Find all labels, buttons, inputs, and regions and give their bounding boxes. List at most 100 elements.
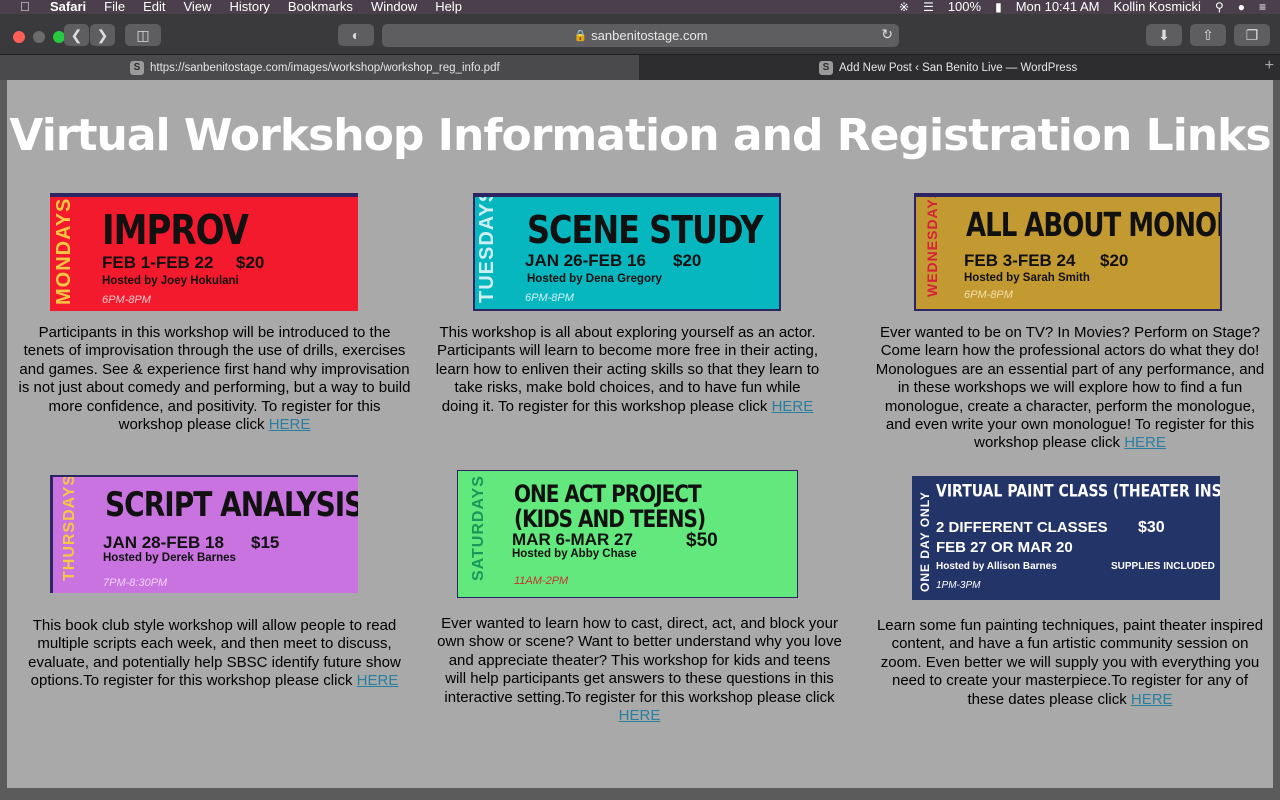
menu-bookmarks[interactable]: Bookmarks (288, 0, 353, 14)
banner-day: MONDAYS (53, 197, 75, 305)
banner-title: VIRTUAL PAINT CLASS (THEATER INSPIRED) (936, 482, 1220, 502)
banner-title: ALL ABOUT MONOLOGUES (966, 207, 1222, 245)
description-text: Participants in this workshop will be in… (18, 324, 411, 434)
banner-host: Hosted by Joey Hokulani (102, 275, 239, 287)
banner-price: $20 (1100, 251, 1129, 270)
menu-window[interactable]: Window (371, 0, 417, 14)
banner-title: IMPROV (102, 207, 249, 255)
workshop-banner-script-analysis: THURSDAYS SCRIPT ANALYSIS JAN 28-FEB 18 … (50, 475, 358, 593)
apple-icon[interactable]:  (20, 0, 34, 14)
tab-label: Add New Post ‹ San Benito Live — WordPre… (839, 61, 1078, 74)
banner-price: $30 (1138, 519, 1165, 536)
sidebar-toggle-button[interactable]: ◫ (125, 24, 161, 46)
banner-time: 6PM-8PM (525, 292, 574, 304)
tab-workshop-pdf[interactable]: S https://sanbenitostage.com/images/work… (0, 55, 639, 80)
shield-icon: ◐ (351, 27, 361, 43)
banner-host: Hosted by Derek Barnes (103, 552, 236, 564)
register-link-paint-class[interactable]: HERE (1131, 691, 1173, 708)
banner-dates-2: FEB 27 OR MAR 20 (936, 539, 1073, 556)
workshop-description-improv: Participants in this workshop will be in… (17, 324, 412, 434)
tab-label: https://sanbenitostage.com/images/worksh… (150, 61, 500, 74)
spotlight-search-icon[interactable]: ⚲ (1215, 0, 1224, 14)
clock[interactable]: Mon 10:41 AM (1016, 0, 1100, 14)
address-bar[interactable]: 🔒 sanbenitostage.com ↻ (382, 24, 899, 47)
register-link-improv[interactable]: HERE (269, 416, 311, 433)
control-center-icon[interactable]: ≡ (1259, 0, 1266, 14)
forward-button[interactable]: ❯ (90, 24, 115, 46)
workshop-banner-improv: MONDAYS IMPROV FEB 1-FEB 22 $20 Hosted b… (50, 193, 358, 311)
banner-dates: JAN 28-FEB 18 (103, 533, 224, 552)
menu-bar:  Safari File Edit View History Bookmark… (0, 0, 1280, 14)
new-tab-icon[interactable]: + (1265, 57, 1274, 75)
menu-safari[interactable]: Safari (50, 0, 86, 14)
battery-percent[interactable]: 100% (948, 0, 981, 14)
workshop-description-one-act-project: Ever wanted to learn how to cast, direct… (437, 615, 842, 725)
register-link-one-act-project[interactable]: HERE (619, 707, 661, 724)
banner-time: 7PM-8:30PM (103, 577, 168, 589)
banner-dates: MAR 6-MAR 27 (512, 530, 633, 549)
workshop-description-script-analysis: This book club style workshop will allow… (17, 617, 412, 691)
siri-icon[interactable]: ● (1238, 0, 1245, 14)
lock-icon: 🔒 (573, 30, 588, 42)
description-text: Ever wanted to be on TV? In Movies? Perf… (875, 324, 1265, 452)
close-window-button[interactable] (13, 31, 25, 43)
banner-dates: JAN 26-FEB 16 (525, 251, 646, 270)
menu-view[interactable]: View (184, 0, 212, 14)
tab-bar: S https://sanbenitostage.com/images/work… (0, 54, 1280, 80)
menu-help[interactable]: Help (435, 0, 462, 14)
register-link-monologues[interactable]: HERE (1124, 434, 1166, 451)
share-button[interactable]: ⇧ (1190, 24, 1226, 46)
banner-dates: FEB 1-FEB 22 (102, 253, 214, 272)
description-text: This workshop is all about exploring you… (435, 324, 820, 415)
banner-price: $20 (236, 253, 265, 272)
menu-file[interactable]: File (104, 0, 125, 14)
browser-toolbar: ❮ ❯ ◫ ◐ 🔒 sanbenitostage.com ↻ ⬇ ⇧ ❐ (0, 14, 1280, 54)
workshop-banner-paint-class: ONE DAY ONLY VIRTUAL PAINT CLASS (THEATE… (912, 476, 1220, 600)
register-link-scene-study[interactable]: HERE (772, 398, 814, 415)
battery-icon[interactable]: ▮ (995, 0, 1002, 14)
banner-time: 11AM-2PM (514, 575, 569, 587)
banner-dates: FEB 3-FEB 24 (964, 251, 1076, 270)
banner-host: Hosted by Sarah Smith (964, 272, 1090, 284)
chevron-left-icon: ❮ (70, 26, 83, 43)
workshop-banner-scene-study: TUESDAYS SCENE STUDY JAN 26-FEB 16 $20 H… (473, 193, 781, 311)
workshop-banner-one-act-project: SATURDAYS ONE ACT PROJECT (KIDS AND TEEN… (457, 470, 798, 598)
chevron-right-icon: ❯ (96, 26, 109, 43)
banner-day: TUESDAYS (476, 193, 498, 303)
privacy-report-button[interactable]: ◐ (338, 24, 374, 46)
menu-history[interactable]: History (229, 0, 269, 14)
banner-day: ONE DAY ONLY (918, 491, 932, 592)
register-link-script-analysis[interactable]: HERE (357, 672, 399, 689)
description-text: Learn some fun painting techniques, pain… (876, 617, 1264, 708)
description-text: Ever wanted to learn how to cast, direct… (437, 615, 842, 706)
tab-add-new-post[interactable]: S Add New Post ‹ San Benito Live — WordP… (640, 55, 1255, 80)
description-text: This book club style workshop will allow… (28, 617, 401, 690)
tab-favicon: S (819, 60, 833, 75)
minimize-window-button[interactable] (33, 31, 45, 43)
banner-time: 1PM-3PM (936, 580, 981, 591)
bluetooth-icon[interactable]: ※ (899, 0, 909, 14)
download-icon: ⬇ (1158, 26, 1170, 43)
page-viewport: Virtual Workshop Information and Registr… (7, 80, 1273, 788)
menu-edit[interactable]: Edit (143, 0, 165, 14)
banner-time: 6PM-8PM (102, 294, 151, 306)
banner-host: Hosted by Abby Chase (512, 548, 637, 560)
tabs-icon: ❐ (1245, 26, 1259, 43)
banner-day: SATURDAYS (470, 475, 487, 581)
reload-icon[interactable]: ↻ (881, 26, 893, 43)
banner-day: THURSDAYS (61, 475, 78, 581)
window-edge (1273, 80, 1280, 800)
banner-subtitle: (KIDS AND TEENS) (514, 504, 706, 533)
tab-overview-button[interactable]: ❐ (1234, 24, 1270, 46)
wifi-icon[interactable]: ☰ (923, 0, 934, 14)
back-button[interactable]: ❮ (64, 24, 89, 46)
downloads-button[interactable]: ⬇ (1146, 24, 1182, 46)
user-name[interactable]: Kollin Kosmicki (1114, 0, 1201, 14)
address-text: sanbenitostage.com (591, 28, 708, 43)
sidebar-icon: ◫ (136, 26, 150, 43)
banner-host: Hosted by Dena Gregory (527, 273, 662, 285)
banner-title: SCENE STUDY (527, 207, 763, 253)
workshop-description-paint-class: Learn some fun painting techniques, pain… (875, 617, 1265, 709)
share-icon: ⇧ (1202, 26, 1214, 43)
banner-day: WEDNESDAYS (924, 193, 940, 297)
